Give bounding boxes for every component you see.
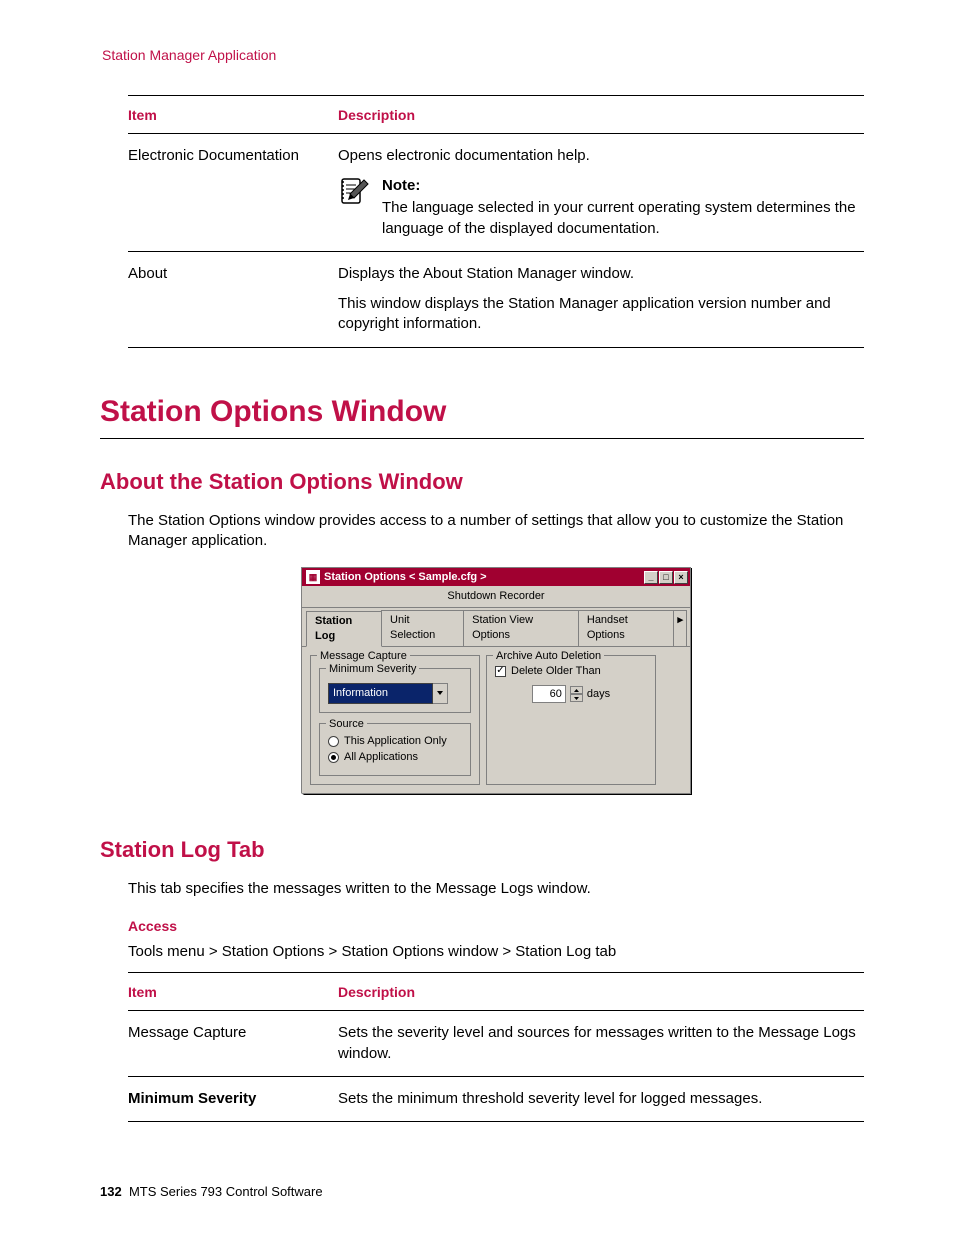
page-footer: 132 MTS Series 793 Control Software <box>100 1183 323 1201</box>
tab-station-view[interactable]: Station View Options <box>463 610 579 646</box>
menu-item[interactable]: Shutdown Recorder <box>447 590 544 602</box>
table-row: About Displays the About Station Manager… <box>128 251 864 347</box>
note-text: The language selected in your current op… <box>382 198 864 239</box>
help-menu-table: Item Description Electronic Documentatio… <box>128 95 864 348</box>
th-desc: Description <box>338 973 864 1011</box>
chevron-down-icon <box>433 683 448 704</box>
th-item: Item <box>128 95 338 133</box>
running-header: Station Manager Application <box>102 46 864 65</box>
footer-text: MTS Series 793 Control Software <box>129 1184 323 1199</box>
note-icon <box>338 176 372 210</box>
delete-older-checkbox[interactable]: ✓Delete Older Than <box>495 664 647 679</box>
tab-strip: Station Log Unit Selection Station View … <box>302 608 690 647</box>
group-legend: Source <box>326 717 367 732</box>
access-heading: Access <box>128 917 864 936</box>
days-input[interactable]: 60 <box>532 685 566 704</box>
close-button[interactable]: × <box>674 571 688 584</box>
section-title: Station Options Window <box>100 392 864 440</box>
table-row: Electronic Documentation Opens electroni… <box>128 133 864 251</box>
tab-handset-options[interactable]: Handset Options <box>578 610 675 646</box>
table-row: Message Capture Sets the severity level … <box>128 1011 864 1077</box>
cell-desc: Opens electronic documentation help. Not… <box>338 133 864 251</box>
radio-label: This Application Only <box>344 734 447 749</box>
cell-desc: Sets the minimum threshold severity leve… <box>338 1076 864 1121</box>
checkbox-label: Delete Older Than <box>511 664 601 679</box>
minimize-button[interactable]: _ <box>644 571 658 584</box>
minimum-severity-group: Minimum Severity Information <box>319 668 471 713</box>
radio-label: All Applications <box>344 750 418 765</box>
radio-all-apps[interactable]: All Applications <box>328 750 462 765</box>
maximize-button[interactable]: □ <box>659 571 673 584</box>
cell-item: Minimum Severity <box>128 1076 338 1121</box>
desc-text: Opens electronic documentation help. <box>338 146 864 166</box>
severity-dropdown[interactable]: Information <box>328 683 448 704</box>
menubar: Shutdown Recorder <box>302 586 690 608</box>
subsection-station-log: Station Log Tab <box>100 835 864 865</box>
archive-auto-deletion-group: Archive Auto Deletion ✓Delete Older Than… <box>486 655 656 786</box>
page-number: 132 <box>100 1184 122 1199</box>
tab-unit-selection[interactable]: Unit Selection <box>381 610 464 646</box>
source-group: Source This Application Only All Applica… <box>319 723 471 777</box>
table-row: Minimum Severity Sets the minimum thresh… <box>128 1076 864 1121</box>
cell-item: About <box>128 251 338 347</box>
note-label: Note: <box>382 176 864 196</box>
cell-desc: Sets the severity level and sources for … <box>338 1011 864 1077</box>
cell-item: Electronic Documentation <box>128 133 338 251</box>
desc-text: This window displays the Station Manager… <box>338 294 864 335</box>
window-title: Station Options < Sample.cfg > <box>324 570 643 585</box>
body-para: The Station Options window provides acce… <box>128 511 864 552</box>
days-label: days <box>587 687 610 702</box>
desc-text: Displays the About Station Manager windo… <box>338 264 864 284</box>
group-legend: Archive Auto Deletion <box>493 649 604 664</box>
access-path: Tools menu > Station Options > Station O… <box>128 942 864 962</box>
cell-desc: Displays the About Station Manager windo… <box>338 251 864 347</box>
th-desc: Description <box>338 95 864 133</box>
tab-station-log[interactable]: Station Log <box>306 611 382 647</box>
spin-down-icon[interactable] <box>570 694 583 702</box>
tab-scroll-right-icon[interactable]: ▸ <box>673 610 687 646</box>
dropdown-value: Information <box>328 683 433 704</box>
subsection-about: About the Station Options Window <box>100 467 864 497</box>
radio-this-app[interactable]: This Application Only <box>328 734 462 749</box>
station-options-screenshot: ▦ Station Options < Sample.cfg > _ □ × S… <box>301 567 691 807</box>
app-icon: ▦ <box>306 570 320 584</box>
body-para: This tab specifies the messages written … <box>128 879 864 899</box>
group-legend: Minimum Severity <box>326 662 419 677</box>
cell-item: Message Capture <box>128 1011 338 1077</box>
spin-up-icon[interactable] <box>570 686 583 694</box>
message-capture-group: Message Capture Minimum Severity Informa… <box>310 655 480 786</box>
th-item: Item <box>128 973 338 1011</box>
station-log-table: Item Description Message Capture Sets th… <box>128 972 864 1122</box>
window-titlebar: ▦ Station Options < Sample.cfg > _ □ × <box>302 568 690 586</box>
